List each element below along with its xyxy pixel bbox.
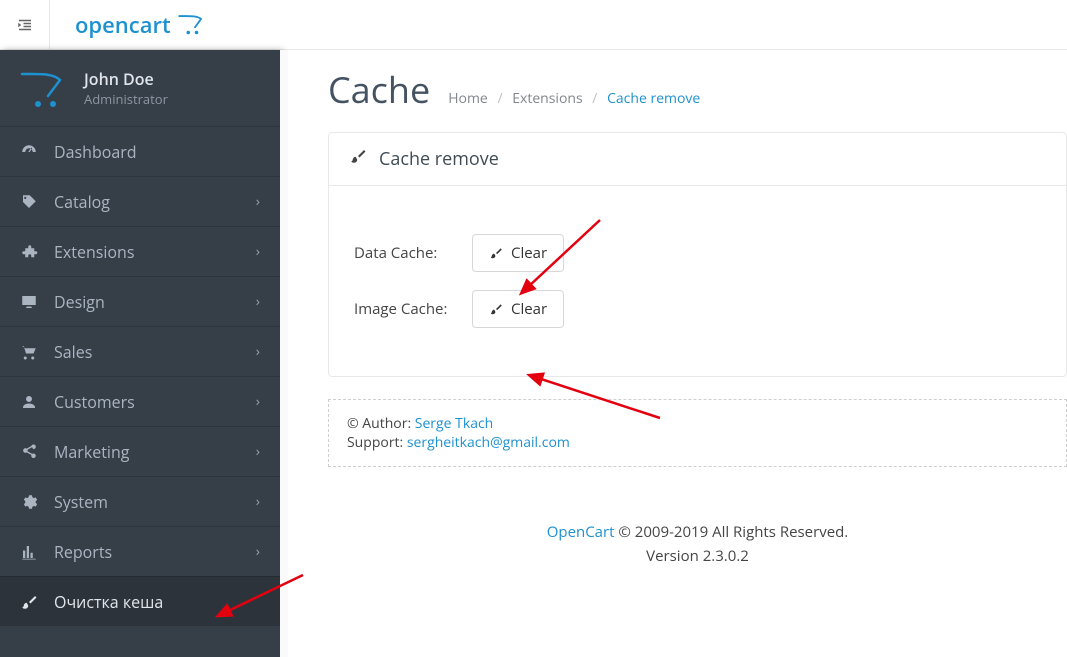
data-cache-label: Data Cache:	[354, 243, 454, 263]
nav-catalog[interactable]: Catalog ›	[0, 176, 280, 226]
chevron-right-icon: ›	[256, 542, 260, 561]
puzzle-icon	[20, 243, 42, 261]
bar-chart-icon	[20, 543, 42, 561]
nav-label: Marketing	[54, 441, 129, 463]
breadcrumb-home[interactable]: Home	[448, 89, 488, 108]
chevron-right-icon: ›	[256, 392, 260, 411]
nav-label: Очистка кеша	[54, 591, 163, 613]
button-label: Clear	[511, 243, 547, 263]
cart-icon	[20, 343, 42, 361]
brush-icon	[489, 246, 503, 260]
nav-customers[interactable]: Customers ›	[0, 376, 280, 426]
content: Cache Home / Extensions / Cache remove C…	[280, 50, 1067, 657]
chevron-right-icon: ›	[256, 242, 260, 261]
user-name: John Doe	[84, 68, 168, 90]
nav-system[interactable]: System ›	[0, 476, 280, 526]
gear-icon	[20, 493, 42, 511]
nav-label: Extensions	[54, 241, 135, 263]
clear-data-cache-button[interactable]: Clear	[472, 234, 564, 272]
nav-extensions[interactable]: Extensions ›	[0, 226, 280, 276]
panel-cache-remove: Cache remove Data Cache: Clear Image Cac…	[328, 132, 1067, 377]
page-title: Cache	[328, 65, 430, 114]
chevron-right-icon: ›	[256, 292, 260, 311]
user-role: Administrator	[84, 90, 168, 108]
nav-cache-clear[interactable]: Очистка кеша	[0, 576, 280, 626]
brush-icon	[20, 593, 42, 611]
nav-label: Design	[54, 291, 105, 313]
user-panel: John Doe Administrator	[0, 50, 280, 126]
breadcrumb-extensions[interactable]: Extensions	[512, 89, 582, 108]
nav-dashboard[interactable]: Dashboard	[0, 126, 280, 176]
nav-reports[interactable]: Reports ›	[0, 526, 280, 576]
user-icon	[20, 393, 42, 411]
author-link[interactable]: Serge Tkach	[415, 414, 494, 433]
breadcrumb-current[interactable]: Cache remove	[607, 89, 700, 108]
brush-icon	[349, 147, 367, 171]
tag-icon	[20, 193, 42, 211]
nav-label: Dashboard	[54, 141, 137, 163]
footer-version: Version 2.3.0.2	[328, 546, 1067, 566]
chevron-right-icon: ›	[256, 192, 260, 211]
indent-icon	[16, 16, 34, 34]
nav-marketing[interactable]: Marketing ›	[0, 426, 280, 476]
button-label: Clear	[511, 299, 547, 319]
nav-label: Customers	[54, 391, 135, 413]
chevron-right-icon: ›	[256, 492, 260, 511]
breadcrumb: Home / Extensions / Cache remove	[448, 89, 700, 108]
panel-title: Cache remove	[379, 147, 499, 171]
top-bar: opencart	[0, 0, 1067, 50]
nav-design[interactable]: Design ›	[0, 276, 280, 326]
share-icon	[20, 443, 42, 461]
nav-list: Dashboard Catalog › Extensions › Design …	[0, 126, 280, 626]
footer: OpenCart © 2009-2019 All Rights Reserved…	[328, 522, 1067, 566]
dashboard-icon	[20, 143, 42, 161]
image-cache-label: Image Cache:	[354, 299, 454, 319]
nav-label: Catalog	[54, 191, 110, 213]
brand-logo[interactable]: opencart	[75, 10, 207, 40]
footer-copyright: © 2009-2019 All Rights Reserved.	[614, 522, 848, 542]
desktop-icon	[20, 293, 42, 311]
support-prefix: Support:	[347, 433, 407, 452]
nav-label: Reports	[54, 541, 112, 563]
nav-sales[interactable]: Sales ›	[0, 326, 280, 376]
chevron-right-icon: ›	[256, 342, 260, 361]
menu-toggle-button[interactable]	[0, 0, 50, 50]
cart-icon	[177, 13, 207, 37]
author-prefix: © Author:	[347, 414, 415, 433]
avatar	[20, 70, 68, 106]
nav-label: System	[54, 491, 108, 513]
support-email-link[interactable]: sergheitkach@gmail.com	[407, 433, 570, 452]
brush-icon	[489, 302, 503, 316]
sidebar: John Doe Administrator Dashboard Catalog…	[0, 50, 280, 657]
clear-image-cache-button[interactable]: Clear	[472, 290, 564, 328]
nav-label: Sales	[54, 341, 92, 363]
author-box: © Author: Serge Tkach Support: sergheitk…	[328, 399, 1067, 467]
footer-opencart-link[interactable]: OpenCart	[547, 522, 615, 542]
brand-name: opencart	[75, 10, 171, 40]
chevron-right-icon: ›	[256, 442, 260, 461]
